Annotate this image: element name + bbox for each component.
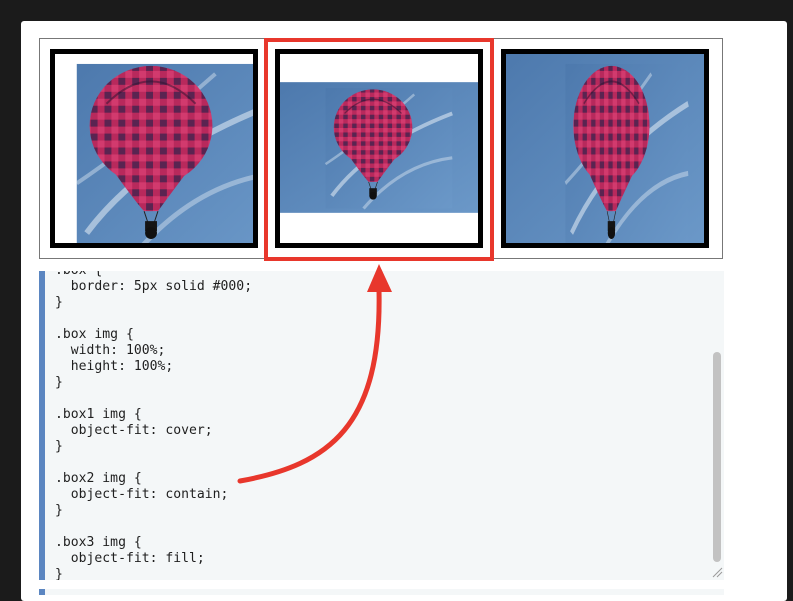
annotation-arrow [237,264,392,484]
